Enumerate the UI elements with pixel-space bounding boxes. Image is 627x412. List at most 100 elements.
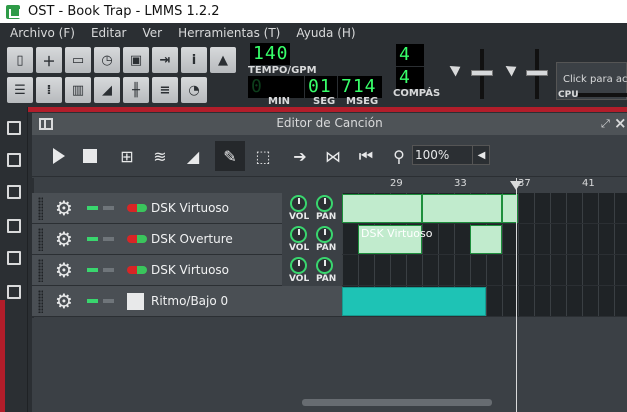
track-name-button[interactable]: DSK Overture: [151, 232, 233, 246]
song-editor-icon[interactable]: ☰: [7, 77, 33, 103]
menu-archivo[interactable]: Archivo (F): [0, 26, 81, 40]
track-drag-handle[interactable]: [38, 197, 43, 220]
my-home-icon[interactable]: [7, 251, 21, 265]
track-lane[interactable]: [342, 193, 627, 224]
track-drag-handle[interactable]: [38, 228, 43, 251]
pattern-clip[interactable]: DSK Virtuoso: [358, 225, 433, 254]
menu-ayuda[interactable]: Ayuda (H): [286, 26, 361, 40]
track-name-button[interactable]: Ritmo/Bajo 0: [151, 294, 228, 308]
master-pitch-handle[interactable]: [526, 70, 548, 76]
new-project-icon[interactable]: ▯: [7, 47, 33, 73]
track-mute-button[interactable]: [87, 206, 98, 210]
zoom-dropdown-arrow-icon[interactable]: ◀: [472, 145, 490, 165]
vol-label: VOL: [289, 274, 310, 284]
master-volume-handle[interactable]: [471, 70, 493, 76]
pattern-clip[interactable]: [422, 194, 502, 223]
time-sig-numerator[interactable]: 4: [396, 44, 424, 66]
close-icon[interactable]: ×: [614, 114, 627, 132]
open-project-icon[interactable]: ▭: [65, 47, 91, 73]
panning-knob[interactable]: [316, 195, 333, 212]
menu-herramientas[interactable]: Herramientas (T): [168, 26, 286, 40]
menu-bar: Archivo (F) Editar Ver Herramientas (T) …: [0, 23, 627, 43]
empty-track-area[interactable]: [32, 318, 627, 412]
beat-pattern-clip[interactable]: [342, 287, 486, 316]
panning-knob[interactable]: [316, 257, 333, 274]
recent-projects-icon[interactable]: ◷: [94, 47, 120, 73]
volume-knob[interactable]: [290, 257, 307, 274]
controller-rack-icon[interactable]: ◔: [181, 77, 207, 103]
pattern-clip[interactable]: [470, 225, 502, 254]
project-notes-icon[interactable]: ≡: [152, 77, 178, 103]
play-button[interactable]: [42, 141, 72, 171]
menu-ver[interactable]: Ver: [132, 26, 168, 40]
tempo-display[interactable]: 140: [250, 43, 290, 65]
track-lane[interactable]: DSK Virtuoso: [342, 224, 627, 255]
track-lane[interactable]: [342, 255, 627, 286]
add-beat-track-button[interactable]: ⊞: [112, 141, 142, 171]
track-mute-button[interactable]: [87, 237, 98, 241]
playhead-marker-icon[interactable]: [510, 181, 522, 190]
instrument-plugins-icon[interactable]: [7, 121, 21, 135]
track-lane[interactable]: [342, 286, 627, 317]
track-mute-button[interactable]: [87, 299, 98, 303]
track-drag-handle[interactable]: [38, 259, 43, 282]
mseg-label: MSEG: [346, 96, 379, 107]
track-solo-button[interactable]: [103, 237, 114, 241]
track-knobs: VOL PAN: [282, 224, 342, 255]
time-sig-denominator[interactable]: 4: [396, 67, 424, 89]
track-settings-gear-icon[interactable]: ⚙: [51, 259, 77, 281]
stop-button[interactable]: [75, 141, 105, 171]
volume-knob[interactable]: [290, 195, 307, 212]
timeline-ruler[interactable]: 29 33 37 41: [342, 178, 627, 192]
track-solo-button[interactable]: [103, 206, 114, 210]
bar-number: 33: [454, 178, 467, 189]
metronome-icon[interactable]: ▲: [210, 47, 236, 73]
time-seg-display[interactable]: 01: [305, 76, 337, 98]
track-name-button[interactable]: DSK Virtuoso: [151, 201, 229, 215]
draw-mode-button[interactable]: ✎: [215, 141, 245, 171]
instrument-plugin-icon: [127, 266, 147, 274]
info-icon[interactable]: i: [181, 47, 207, 73]
stop-behaviour-button[interactable]: ⏮: [351, 141, 381, 171]
volume-knob[interactable]: [290, 226, 307, 243]
loop-points-button[interactable]: ⋈: [318, 141, 348, 171]
clip-notes-preview: [471, 226, 501, 253]
fx-mixer-icon[interactable]: ╫: [123, 77, 149, 103]
tempo-label: TEMPO/GPM: [248, 65, 317, 76]
menu-editar[interactable]: Editar: [81, 26, 133, 40]
track-drag-handle[interactable]: [38, 290, 43, 313]
min-label: MIN: [268, 96, 291, 107]
auto-scroll-button[interactable]: ➔: [285, 141, 315, 171]
automation-editor-icon[interactable]: ◢: [94, 77, 120, 103]
track-solo-button[interactable]: [103, 299, 114, 303]
track-settings-gear-icon[interactable]: ⚙: [51, 290, 77, 312]
track-name-button[interactable]: DSK Virtuoso: [151, 263, 229, 277]
pattern-clip[interactable]: [342, 194, 422, 223]
playhead-line: [516, 178, 517, 412]
maximize-icon[interactable]: ⤢: [601, 117, 610, 131]
new-from-template-icon[interactable]: ＋: [36, 47, 62, 73]
root-directory-icon[interactable]: [7, 285, 21, 299]
my-projects-icon[interactable]: [7, 153, 21, 167]
save-project-icon[interactable]: ▣: [123, 47, 149, 73]
my-samples-icon[interactable]: [7, 185, 21, 199]
track-settings-gear-icon[interactable]: ⚙: [51, 228, 77, 250]
bar-number: 29: [390, 178, 403, 189]
instrument-plugin-icon: [127, 235, 147, 243]
track-solo-button[interactable]: [103, 268, 114, 272]
beat-bassline-icon[interactable]: ⁞: [36, 77, 62, 103]
horizontal-scrollbar[interactable]: [302, 399, 492, 406]
export-icon[interactable]: ⇥: [152, 47, 178, 73]
track-settings-gear-icon[interactable]: ⚙: [51, 197, 77, 219]
piano-roll-icon[interactable]: ▥: [65, 77, 91, 103]
panning-knob[interactable]: [316, 226, 333, 243]
my-presets-icon[interactable]: [7, 219, 21, 233]
time-mseg-display[interactable]: 714: [338, 76, 382, 98]
time-min-display[interactable]: 0: [248, 76, 304, 98]
add-sample-track-button[interactable]: ≋: [145, 141, 175, 171]
add-automation-track-button[interactable]: ◢: [178, 141, 208, 171]
track-mute-button[interactable]: [87, 268, 98, 272]
bar-number: 41: [582, 178, 595, 189]
track-header: ⚙ DSK Virtuoso VOL PAN: [32, 255, 342, 286]
edit-mode-button[interactable]: ⬚: [248, 141, 278, 171]
